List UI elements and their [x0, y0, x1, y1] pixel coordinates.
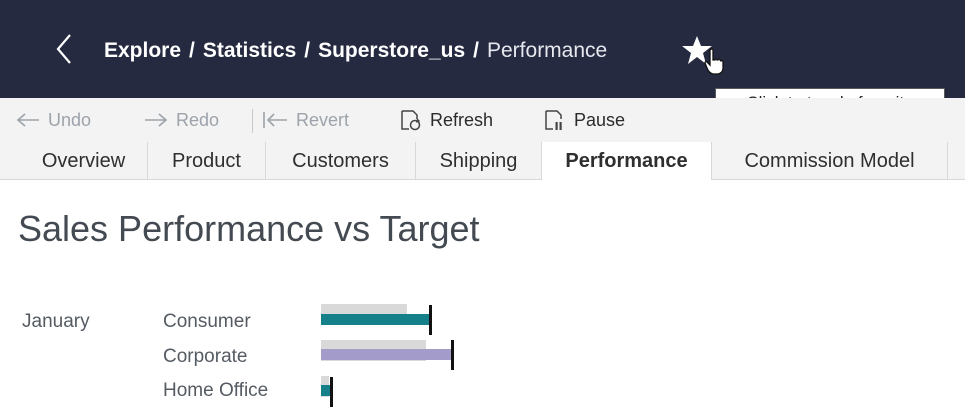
breadcrumb-separator: / — [473, 39, 479, 62]
toolbar-divider — [252, 109, 253, 133]
dashboard-title: Sales Performance vs Target — [18, 208, 480, 249]
header-bar: Explore / Statistics / Superstore_us / P… — [0, 0, 965, 98]
revert-label: Revert — [296, 109, 350, 130]
tab-bar: Overview Product Customers Shipping Perf… — [0, 142, 965, 180]
tab-shipping[interactable]: Shipping — [416, 142, 542, 180]
redo-button[interactable]: Redo — [144, 98, 219, 142]
target-marker-consumer — [429, 305, 432, 335]
target-marker-home-office — [330, 377, 333, 407]
toolbar: Undo Redo Revert Refresh Pause — [0, 98, 965, 142]
arrow-left-icon — [16, 113, 39, 127]
segment-label-home-office: Home Office — [163, 380, 269, 401]
tab-commission-model[interactable]: Commission Model — [712, 142, 948, 180]
arrow-right-icon — [145, 113, 168, 127]
undo-button[interactable]: Undo — [16, 98, 91, 142]
refresh-button[interactable]: Refresh — [398, 98, 493, 142]
pause-label: Pause — [574, 109, 626, 130]
target-marker-corporate — [451, 340, 454, 370]
breadcrumb: Explore / Statistics / Superstore_us / P… — [104, 36, 607, 66]
revert-button[interactable]: Revert — [262, 98, 349, 142]
segment-label-corporate: Corporate — [163, 346, 248, 367]
bar-consumer[interactable] — [321, 314, 431, 325]
breadcrumb-separator: / — [304, 39, 311, 62]
bar-corporate[interactable] — [321, 349, 453, 360]
breadcrumb-current: Performance — [487, 39, 608, 62]
pause-icon — [545, 110, 562, 130]
back-button[interactable] — [50, 32, 80, 66]
pause-button[interactable]: Pause — [542, 98, 625, 142]
tab-performance[interactable]: Performance — [542, 142, 712, 180]
breadcrumb-superstore[interactable]: Superstore_us — [318, 39, 465, 63]
redo-label: Redo — [176, 109, 220, 130]
tab-overview[interactable]: Overview — [20, 142, 148, 180]
chevron-left-icon — [56, 34, 71, 64]
month-label: January — [22, 311, 90, 332]
refresh-icon — [401, 110, 421, 131]
breadcrumb-explore[interactable]: Explore — [104, 39, 181, 63]
breadcrumb-statistics[interactable]: Statistics — [203, 39, 296, 63]
refresh-label: Refresh — [430, 109, 494, 130]
tab-product[interactable]: Product — [148, 142, 266, 180]
tab-customers[interactable]: Customers — [266, 142, 416, 180]
revert-icon — [263, 112, 287, 128]
undo-label: Undo — [48, 109, 92, 130]
breadcrumb-separator: / — [189, 39, 195, 62]
hand-pointer-icon — [704, 48, 724, 75]
segment-label-consumer: Consumer — [163, 311, 251, 332]
